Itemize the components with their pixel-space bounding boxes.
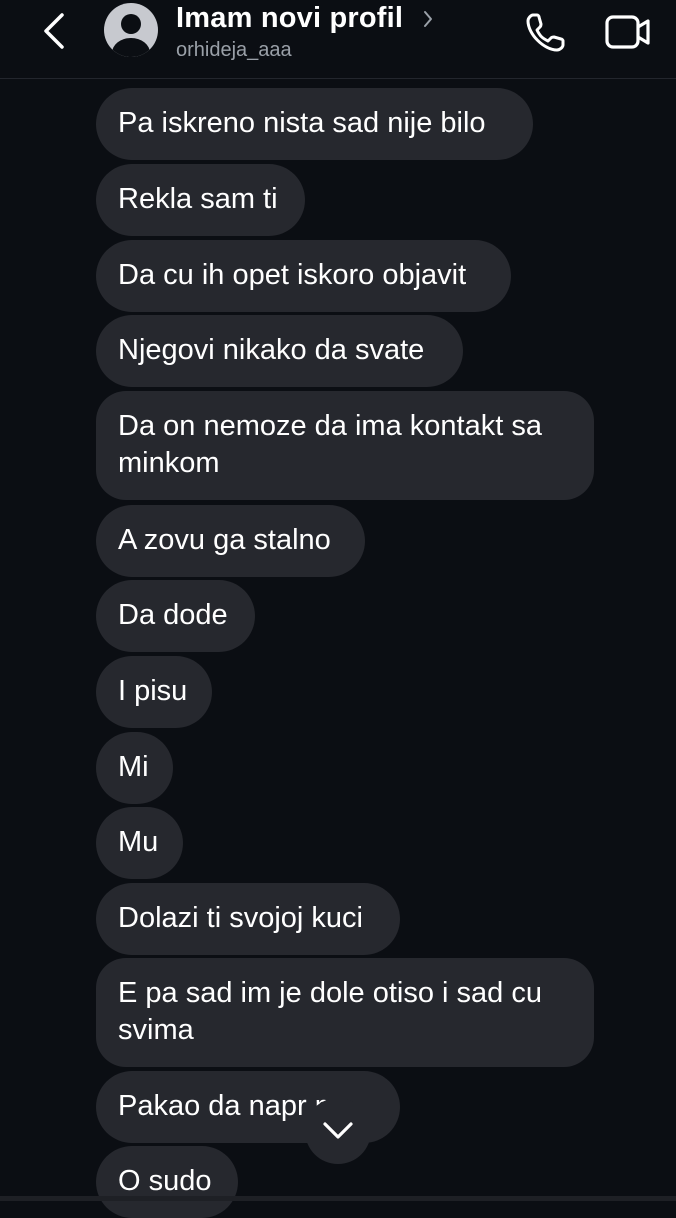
avatar[interactable]	[104, 3, 158, 57]
message-text-line-1: Da on nemoze da ima kontakt sa	[118, 410, 542, 442]
message-bubble[interactable]: Mu	[96, 807, 183, 879]
message-text-line-2: minkom	[118, 447, 220, 479]
message-text: Mi	[118, 751, 149, 783]
message-text: Da dode	[118, 599, 228, 631]
message-text: Dolazi ti svojoj kuci	[118, 902, 363, 934]
back-arrow-icon[interactable]	[38, 12, 74, 50]
scroll-to-bottom-button[interactable]	[305, 1098, 371, 1164]
message-text: Da cu ih opet iskoro objavit	[118, 259, 467, 291]
message-bubble[interactable]: Dolazi ti svojoj kuci	[96, 883, 400, 955]
chat-header: Imam novi profil orhideja_aaa	[0, 0, 676, 79]
message-bubble[interactable]: A zovu ga stalno	[96, 505, 365, 577]
message-text: Rekla sam ti	[118, 183, 278, 215]
contact-username[interactable]: orhideja_aaa	[176, 39, 292, 62]
chevron-down-icon	[323, 1122, 353, 1139]
message-text: A zovu ga stalno	[118, 524, 331, 556]
message-bubble[interactable]: Da dode	[96, 580, 255, 652]
message-bubble[interactable]: Rekla sam ti	[96, 164, 305, 236]
message-text: O sudo	[118, 1165, 212, 1197]
contact-name[interactable]: Imam novi profil	[176, 2, 403, 35]
message-bubble[interactable]: Da on nemoze da ima kontakt sa minkom	[96, 391, 594, 500]
chevron-right-icon[interactable]	[420, 8, 436, 30]
message-text: Mu	[118, 826, 159, 858]
message-bubble[interactable]: I pisu	[96, 656, 212, 728]
message-bubble[interactable]: Pa iskreno nista sad nije bilo	[96, 88, 533, 160]
avatar-placeholder-icon	[112, 14, 150, 57]
message-bubble[interactable]: O sudo	[96, 1146, 238, 1218]
message-bubble[interactable]: Njegovi nikako da svate	[96, 315, 463, 387]
message-text-line-1: E pa sad im je dole otiso i sad cu	[118, 977, 542, 1009]
message-bubble[interactable]: E pa sad im je dole otiso i sad cu svima	[96, 958, 594, 1067]
message-text-line-2: svima	[118, 1014, 194, 1046]
message-bubble[interactable]: Da cu ih opet iskoro objavit	[96, 240, 511, 312]
message-bubble[interactable]: Mi	[96, 732, 173, 804]
phone-icon[interactable]	[524, 10, 568, 54]
message-text: Pa iskreno nista sad nije bilo	[118, 107, 486, 139]
bottom-divider	[0, 1196, 676, 1201]
message-text: Njegovi nikako da svate	[118, 334, 425, 366]
message-text: I pisu	[118, 675, 188, 707]
video-call-icon[interactable]	[604, 12, 652, 52]
